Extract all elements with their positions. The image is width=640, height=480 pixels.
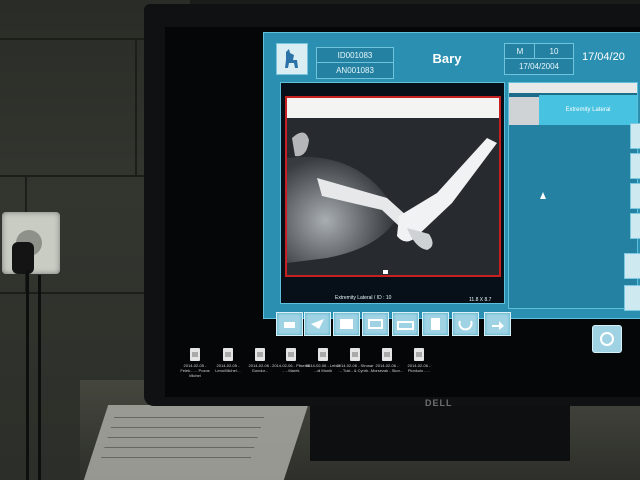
series-panel: Extremity Lateral [508, 82, 638, 309]
xray-app-window: ID001083 AN001083 Bary M 10 17/04/2004 1… [263, 32, 640, 319]
thumbnail-header [509, 83, 637, 93]
side-button[interactable] [630, 183, 640, 209]
side-button[interactable] [630, 153, 640, 179]
tile-line [135, 38, 137, 175]
tile-line [0, 38, 150, 40]
desktop-file-icon[interactable]: 2014-02-05 - Leno/Michel… [213, 348, 243, 388]
thumbnail-image[interactable] [509, 97, 539, 125]
desktop-file-icon[interactable]: 2014-02-06 - Gondur... [245, 348, 275, 388]
undo-icon[interactable] [452, 312, 479, 336]
exam-date: 17/04/20 [582, 51, 625, 63]
birth-date: 17/04/2004 [504, 58, 574, 75]
send-icon[interactable] [304, 312, 331, 336]
power-cable [38, 275, 41, 480]
power-plug [12, 242, 34, 274]
patient-header: ID001083 AN001083 Bary M 10 17/04/2004 1… [264, 33, 640, 79]
image-viewer[interactable]: Extremity Lateral / ID : 10 11.8 X 8.7 [280, 82, 505, 304]
desktop-file-icon[interactable]: 2014-02-06 - Morsezak - Skor... [371, 348, 403, 388]
desktop-file-icon[interactable]: 2014-02-06 - Strusar ... Tuki - & Cynth.… [337, 348, 373, 388]
tile-line [0, 175, 150, 177]
monitor-brand: DELL [425, 398, 453, 408]
desktop-file-icon[interactable]: 2014-02-05 - Felek...… Pozos Michel [180, 348, 210, 388]
xray-image[interactable] [285, 96, 501, 277]
window-icon[interactable] [333, 312, 360, 336]
circle-icon[interactable] [592, 325, 622, 353]
desktop-file-icon[interactable]: 2014-02-06 - Lebur ...di Monik [306, 348, 340, 388]
tile-line [0, 292, 150, 294]
image-scale: 11.8 X 8.7 [469, 297, 492, 303]
desktop-file-label: 2014-02-06 - Pionkulo - ... [407, 363, 431, 373]
power-cable [26, 270, 29, 480]
dog-icon [276, 43, 308, 75]
monitor-stand [310, 406, 570, 461]
film-icon[interactable] [362, 312, 389, 336]
scroll-down-button[interactable] [624, 285, 640, 311]
series-thumbnail[interactable]: Extremity Lateral [509, 83, 637, 125]
desktop-file-icon[interactable]: 2014-02-06 - Pionkulo - ... [404, 348, 434, 388]
wall-socket [2, 212, 60, 274]
transfer-icon[interactable] [484, 312, 511, 336]
desktop-file-icon[interactable]: 2014-02-06 - Plisetsk - ...Marek [272, 348, 310, 388]
mouse-cursor [540, 192, 546, 199]
side-button[interactable] [630, 123, 640, 149]
papers [83, 405, 309, 480]
image-caption: Extremity Lateral / ID : 10 [335, 295, 392, 301]
patient-name: Bary [432, 51, 462, 66]
thumbnail-label[interactable]: Extremity Lateral [539, 95, 637, 125]
animal-id: AN001083 [316, 62, 394, 79]
blank-page-icon[interactable] [422, 312, 449, 336]
bone-shape [287, 132, 497, 274]
scroll-up-button[interactable] [624, 253, 640, 279]
toolbox-icon[interactable] [392, 312, 419, 336]
side-button[interactable] [630, 213, 640, 239]
print-icon[interactable] [276, 312, 303, 336]
